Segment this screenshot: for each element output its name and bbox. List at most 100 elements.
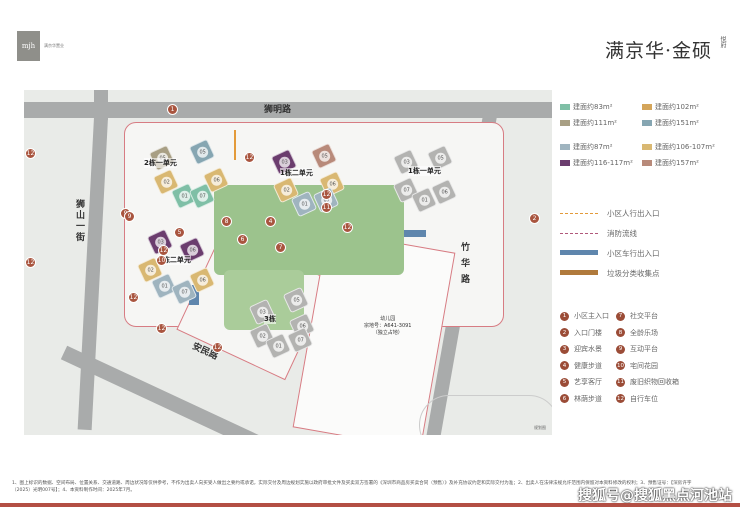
unit-number: 02 xyxy=(280,184,292,196)
unit-number: 05 xyxy=(318,150,330,162)
unit-number: 01 xyxy=(158,280,170,292)
facility-number: 10 xyxy=(616,361,625,370)
facility-number: 2 xyxy=(560,328,569,337)
legend-unit-type: 建面约87m² xyxy=(560,142,613,152)
color-swatch xyxy=(642,160,652,166)
facility-label: 入口门楼 xyxy=(574,328,602,337)
facility-legend-item: 2 入口门楼 xyxy=(560,328,602,338)
color-swatch xyxy=(560,120,570,126)
facility-label: 林荫步道 xyxy=(574,394,602,403)
facility-label: 废旧织物回收箱 xyxy=(630,378,679,386)
facility-number: 6 xyxy=(560,394,569,403)
facility-legend-item: 11 废旧织物回收箱 xyxy=(616,377,679,387)
facility-marker-1: 1 xyxy=(167,104,178,115)
facility-marker-9: 9 xyxy=(124,211,135,222)
color-swatch xyxy=(642,120,652,126)
legend-unit-type: 建面约157m² xyxy=(642,158,699,168)
facility-marker-10: 10 xyxy=(156,255,167,266)
site-plan-map: 狮明路 狮山一街 竹华路 安民路 幼儿园 宗地号：A641-3091 （独立占地… xyxy=(24,90,552,435)
logo-mark: mjh xyxy=(21,42,36,50)
project-title: 满京华·金硕 xyxy=(604,40,712,62)
legend-line-label: 小区车行出入口 xyxy=(607,249,660,258)
corner-note: 规划图 xyxy=(534,425,546,430)
unit-number: 05 xyxy=(290,294,302,306)
facility-label: 全龄乐场 xyxy=(630,328,658,337)
facility-legend-item: 3 迎宾水景 xyxy=(560,344,602,354)
kindergarten-lot: 宗地号：A641-3091 xyxy=(364,323,412,329)
facility-legend-item: 12 自行车位 xyxy=(616,394,658,404)
facility-number: 7 xyxy=(616,311,625,321)
unit-number: 01 xyxy=(178,190,190,202)
unit-number: 07 xyxy=(294,334,306,346)
facility-legend-item: 7 社交平台 xyxy=(616,311,658,321)
unit-number: 05 xyxy=(196,146,208,158)
building-label: 2栋一单元 xyxy=(144,158,177,168)
unit-number: 07 xyxy=(196,190,208,202)
legend-label: 建面约116-117m² xyxy=(573,159,633,167)
road-label-north: 狮明路 xyxy=(264,105,292,115)
facility-legend-item: 8 全龄乐场 xyxy=(616,328,658,338)
building-label: 3栋 xyxy=(264,314,276,324)
fire-route-line-icon xyxy=(560,233,598,234)
building-label: 1栋二单元 xyxy=(280,168,313,178)
facility-legend-item: 5 艺享客厅 xyxy=(560,377,602,387)
legend-label: 建面约111m² xyxy=(573,119,617,127)
legend-label: 建面约87m² xyxy=(573,143,613,151)
bottom-bar xyxy=(0,503,740,507)
vehicle-entrance-bar-icon xyxy=(560,250,598,255)
facility-label: 社交平台 xyxy=(630,312,658,320)
facility-number: 11 xyxy=(616,377,625,387)
facility-marker-12: 12 xyxy=(25,257,36,268)
road-label-east: 竹华路 xyxy=(461,243,471,285)
facility-marker-8: 8 xyxy=(221,216,232,227)
facility-label: 迎宾水景 xyxy=(574,345,602,353)
color-swatch xyxy=(642,144,652,150)
facility-number: 8 xyxy=(616,328,625,337)
unit-number: 06 xyxy=(438,186,450,198)
facility-label: 小区主入口 xyxy=(574,312,609,320)
color-swatch xyxy=(560,144,570,150)
facility-number: 9 xyxy=(616,344,625,354)
unit-number: 06 xyxy=(186,244,198,256)
unit-number: 02 xyxy=(160,176,172,188)
facility-marker-12: 12 xyxy=(158,245,169,256)
vehicle-entrance-east xyxy=(404,230,426,237)
unit-number: 01 xyxy=(272,340,284,352)
unit-number: 05 xyxy=(434,152,446,164)
unit-number: 07 xyxy=(178,286,190,298)
facility-marker-12: 12 xyxy=(156,323,167,334)
color-swatch xyxy=(642,104,652,110)
facility-number: 4 xyxy=(560,361,569,370)
kindergarten-note: （独立占地） xyxy=(372,330,403,336)
legend-line-label: 消防流线 xyxy=(607,229,637,238)
sports-track xyxy=(419,395,552,435)
facility-marker-5: 5 xyxy=(174,227,185,238)
unit-number: 01 xyxy=(298,198,310,210)
project-title-side: 悦府 xyxy=(719,36,726,48)
legend-unit-type: 建面约151m² xyxy=(642,118,699,128)
unit-number: 06 xyxy=(210,174,222,186)
facility-label: 健康步道 xyxy=(574,361,602,370)
pedestrian-entrance-arrow xyxy=(234,130,236,160)
facility-marker-2: 2 xyxy=(529,213,540,224)
facility-label: 互动平台 xyxy=(630,345,658,353)
unit-number: 03 xyxy=(278,156,290,168)
facility-legend-item: 10 宅间花园 xyxy=(616,361,658,371)
legend-label: 建面约83m² xyxy=(573,103,613,111)
color-swatch xyxy=(560,160,570,166)
legend-label: 建面约102m² xyxy=(655,103,699,111)
legend-unit-type: 建面约83m² xyxy=(560,102,613,112)
legend-unit-type: 建面约116-117m² xyxy=(560,158,633,168)
unit-number: 01 xyxy=(418,194,430,206)
watermark: 搜狐号@搜狐黑点河池站 xyxy=(578,488,732,504)
facility-number: 5 xyxy=(560,377,569,387)
facility-marker-6: 6 xyxy=(237,234,248,245)
facility-marker-12: 12 xyxy=(342,222,353,233)
facility-marker-12: 12 xyxy=(321,189,332,200)
facility-marker-7: 7 xyxy=(275,242,286,253)
legend-line-label: 垃圾分类收集点 xyxy=(607,269,660,278)
legend-label: 建面约151m² xyxy=(655,119,699,127)
legend-label: 建面约157m² xyxy=(655,159,699,167)
facility-marker-4: 4 xyxy=(265,216,276,227)
facility-legend-item: 9 互动平台 xyxy=(616,344,658,354)
